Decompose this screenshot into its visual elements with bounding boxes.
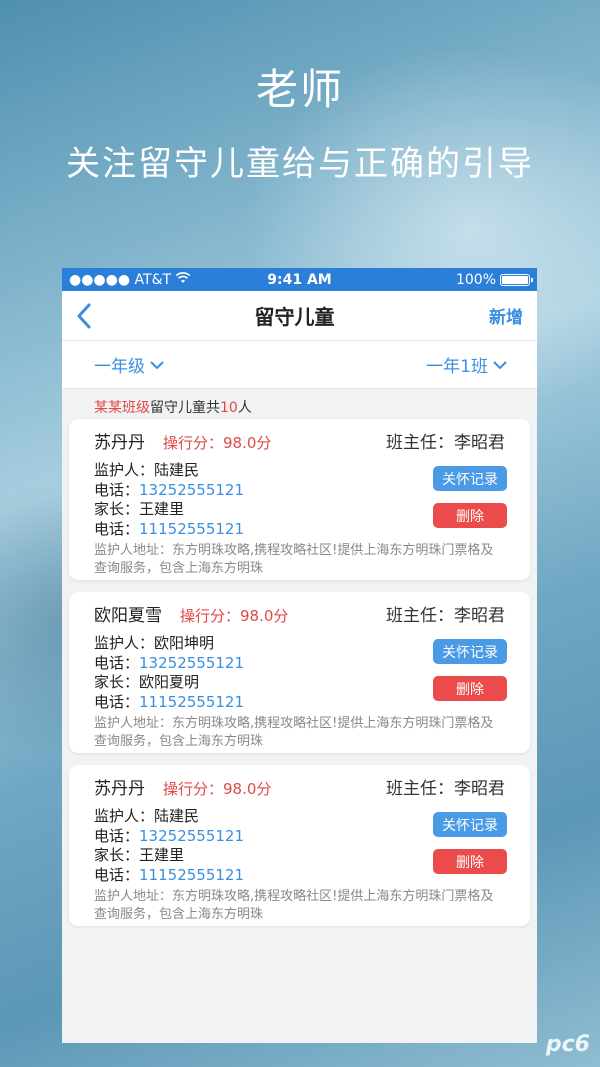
guardian-phone[interactable]: 13252555121 (139, 481, 244, 499)
summary-count: 10 (220, 400, 238, 416)
card-header-left: 欧阳夏雪 操行分：98.0分 (94, 601, 288, 626)
battery-label: 100% (455, 271, 496, 288)
phone-label: 电话： (94, 653, 140, 672)
care-record-button[interactable]: 关怀记录 (433, 466, 507, 491)
student-card[interactable]: 苏丹丹 操行分：98.0分 班主任：李昭君 监护人：陆建民 电话：1325255… (69, 419, 530, 580)
parent-label: 家长： (94, 500, 140, 518)
card-header-left: 苏丹丹 操行分：98.0分 (94, 774, 271, 799)
guardian-phone[interactable]: 13252555121 (139, 654, 244, 672)
parent-name: 王建里 (139, 500, 185, 518)
summary-suffix: 人 (237, 400, 252, 416)
parent-phone[interactable]: 11152555121 (139, 693, 244, 711)
status-bar: ●●●●● AT&T 9:41 AM 100% (62, 268, 537, 291)
card-header: 欧阳夏雪 操行分：98.0分 班主任：李昭君 (94, 600, 505, 626)
guardian-address: 监护人地址：东方明珠攻略,携程攻略社区!提供上海东方明珠门票格及查询服务，包含上… (94, 716, 494, 749)
chevron-down-icon (150, 355, 164, 375)
parent-label: 家长： (94, 846, 140, 864)
conduct-score: 操行分：98.0分 (163, 433, 272, 452)
phone-label: 电话： (94, 692, 140, 711)
delete-button[interactable]: 删除 (433, 503, 507, 528)
guardian-address: 监护人地址：东方明珠攻略,携程攻略社区!提供上海东方明珠门票格及查询服务，包含上… (94, 543, 494, 576)
grade-label: 一年级 (94, 357, 145, 377)
guardian-label: 监护人： (94, 634, 155, 652)
guardian-address: 监护人地址：东方明珠攻略,携程攻略社区!提供上海东方明珠门票格及查询服务，包含上… (94, 889, 494, 922)
parent-label: 家长： (94, 673, 140, 691)
phone-label: 电话： (94, 865, 140, 884)
chevron-left-icon[interactable] (76, 296, 116, 336)
guardian-name: 陆建民 (154, 807, 200, 825)
delete-button[interactable]: 删除 (433, 676, 507, 701)
wifi-icon (175, 271, 191, 288)
class-dropdown[interactable]: 一年1班 (426, 352, 507, 377)
summary-line: 某某班级留守儿童共10人 (62, 389, 537, 419)
card-header-left: 苏丹丹 操行分：98.0分 (94, 428, 271, 453)
guardian-label: 监护人： (94, 461, 155, 479)
battery-icon (500, 273, 533, 286)
care-record-button[interactable]: 关怀记录 (433, 812, 507, 837)
status-left: ●●●●● AT&T (69, 272, 191, 288)
conduct-score: 操行分：98.0分 (163, 779, 272, 798)
summary-class-name: 某某班级 (94, 400, 150, 416)
head-teacher: 班主任：李昭君 (386, 605, 505, 626)
page-title: 留守儿童 (254, 305, 335, 329)
child-name: 欧阳夏雪 (94, 605, 162, 626)
student-list: 苏丹丹 操行分：98.0分 班主任：李昭君 监护人：陆建民 电话：1325255… (62, 419, 537, 926)
card-header: 苏丹丹 操行分：98.0分 班主任：李昭君 (94, 427, 505, 453)
nav-bar: 留守儿童 新增 (62, 291, 537, 341)
phone-label: 电话： (94, 519, 140, 538)
hero-title: 老师 (255, 65, 344, 114)
parent-phone[interactable]: 11152555121 (139, 866, 244, 884)
guardian-phone[interactable]: 13252555121 (139, 827, 244, 845)
chevron-down-icon (493, 355, 507, 375)
carrier-label: ●●●●● AT&T (69, 271, 172, 288)
delete-button[interactable]: 删除 (433, 849, 507, 874)
care-record-button[interactable]: 关怀记录 (433, 639, 507, 664)
add-button[interactable]: 新增 (473, 303, 523, 328)
card-header: 苏丹丹 操行分：98.0分 班主任：李昭君 (94, 773, 505, 799)
status-right: 100% (455, 271, 533, 288)
child-name: 苏丹丹 (94, 432, 145, 453)
student-card[interactable]: 苏丹丹 操行分：98.0分 班主任：李昭君 监护人：陆建民 电话：1325255… (69, 765, 530, 926)
summary-text: 留守儿童共 (150, 400, 220, 416)
child-name: 苏丹丹 (94, 778, 145, 799)
phone-label: 电话： (94, 826, 140, 845)
head-teacher: 班主任：李昭君 (386, 432, 505, 453)
guardian-name: 欧阳坤明 (154, 634, 215, 652)
parent-phone[interactable]: 11152555121 (139, 520, 244, 538)
guardian-label: 监护人： (94, 807, 155, 825)
filter-bar: 一年级 一年1班 (62, 341, 537, 389)
grade-dropdown[interactable]: 一年级 (94, 352, 164, 377)
watermark-logo: pc6 (545, 1032, 590, 1057)
student-card[interactable]: 欧阳夏雪 操行分：98.0分 班主任：李昭君 监护人：欧阳坤明 电话：13252… (69, 592, 530, 753)
hero-subtitle: 关注留守儿童给与正确的引导 (66, 144, 534, 184)
conduct-score: 操行分：98.0分 (180, 606, 289, 625)
class-label: 一年1班 (426, 357, 488, 377)
guardian-name: 陆建民 (154, 461, 200, 479)
parent-name: 欧阳夏明 (139, 673, 200, 691)
phone-label: 电话： (94, 480, 140, 499)
phone-screen: ●●●●● AT&T 9:41 AM 100% 留守儿童 新增 一年级 一年1班 (62, 268, 537, 1043)
parent-name: 王建里 (139, 846, 185, 864)
head-teacher: 班主任：李昭君 (386, 778, 505, 799)
